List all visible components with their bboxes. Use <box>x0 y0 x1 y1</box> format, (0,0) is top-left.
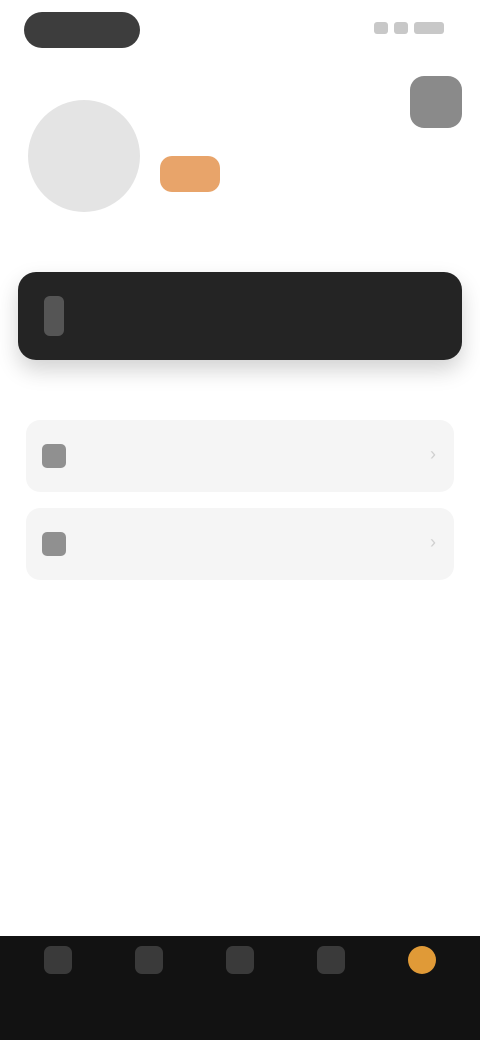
nav-item-profile[interactable] <box>382 936 462 1016</box>
wifi-icon <box>394 22 408 34</box>
menu-row-label <box>88 534 228 554</box>
chevron-right-icon: › <box>430 532 436 552</box>
banner-text <box>96 292 426 340</box>
status-icons <box>374 22 444 34</box>
settings-icon[interactable] <box>410 76 462 128</box>
home-icon <box>43 946 72 974</box>
avatar[interactable] <box>28 100 140 212</box>
profile-icon <box>408 946 437 974</box>
lock-icon <box>44 296 64 336</box>
profile-screen: › › <box>0 0 480 1040</box>
nav-item-home[interactable] <box>18 936 98 1016</box>
nav-item-discover[interactable] <box>109 936 189 1016</box>
document-icon <box>42 444 66 468</box>
signal-icon <box>374 22 388 34</box>
chevron-right-icon: › <box>430 444 436 464</box>
discover-icon <box>134 946 163 974</box>
status-bar <box>0 0 480 60</box>
add-icon <box>225 946 254 974</box>
promo-banner[interactable] <box>18 272 462 360</box>
menu-row-1[interactable]: › <box>26 420 454 492</box>
profile-name <box>160 124 250 140</box>
wallet-icon <box>42 532 66 556</box>
bottom-nav <box>0 936 480 1040</box>
nav-item-messages[interactable] <box>291 936 371 1016</box>
battery-icon <box>414 22 444 34</box>
nav-item-add[interactable] <box>200 936 280 1016</box>
message-icon <box>317 946 346 974</box>
menu-row-label <box>88 446 228 466</box>
menu-row-2[interactable]: › <box>26 508 454 580</box>
status-time <box>24 12 140 48</box>
level-badge <box>160 156 220 192</box>
